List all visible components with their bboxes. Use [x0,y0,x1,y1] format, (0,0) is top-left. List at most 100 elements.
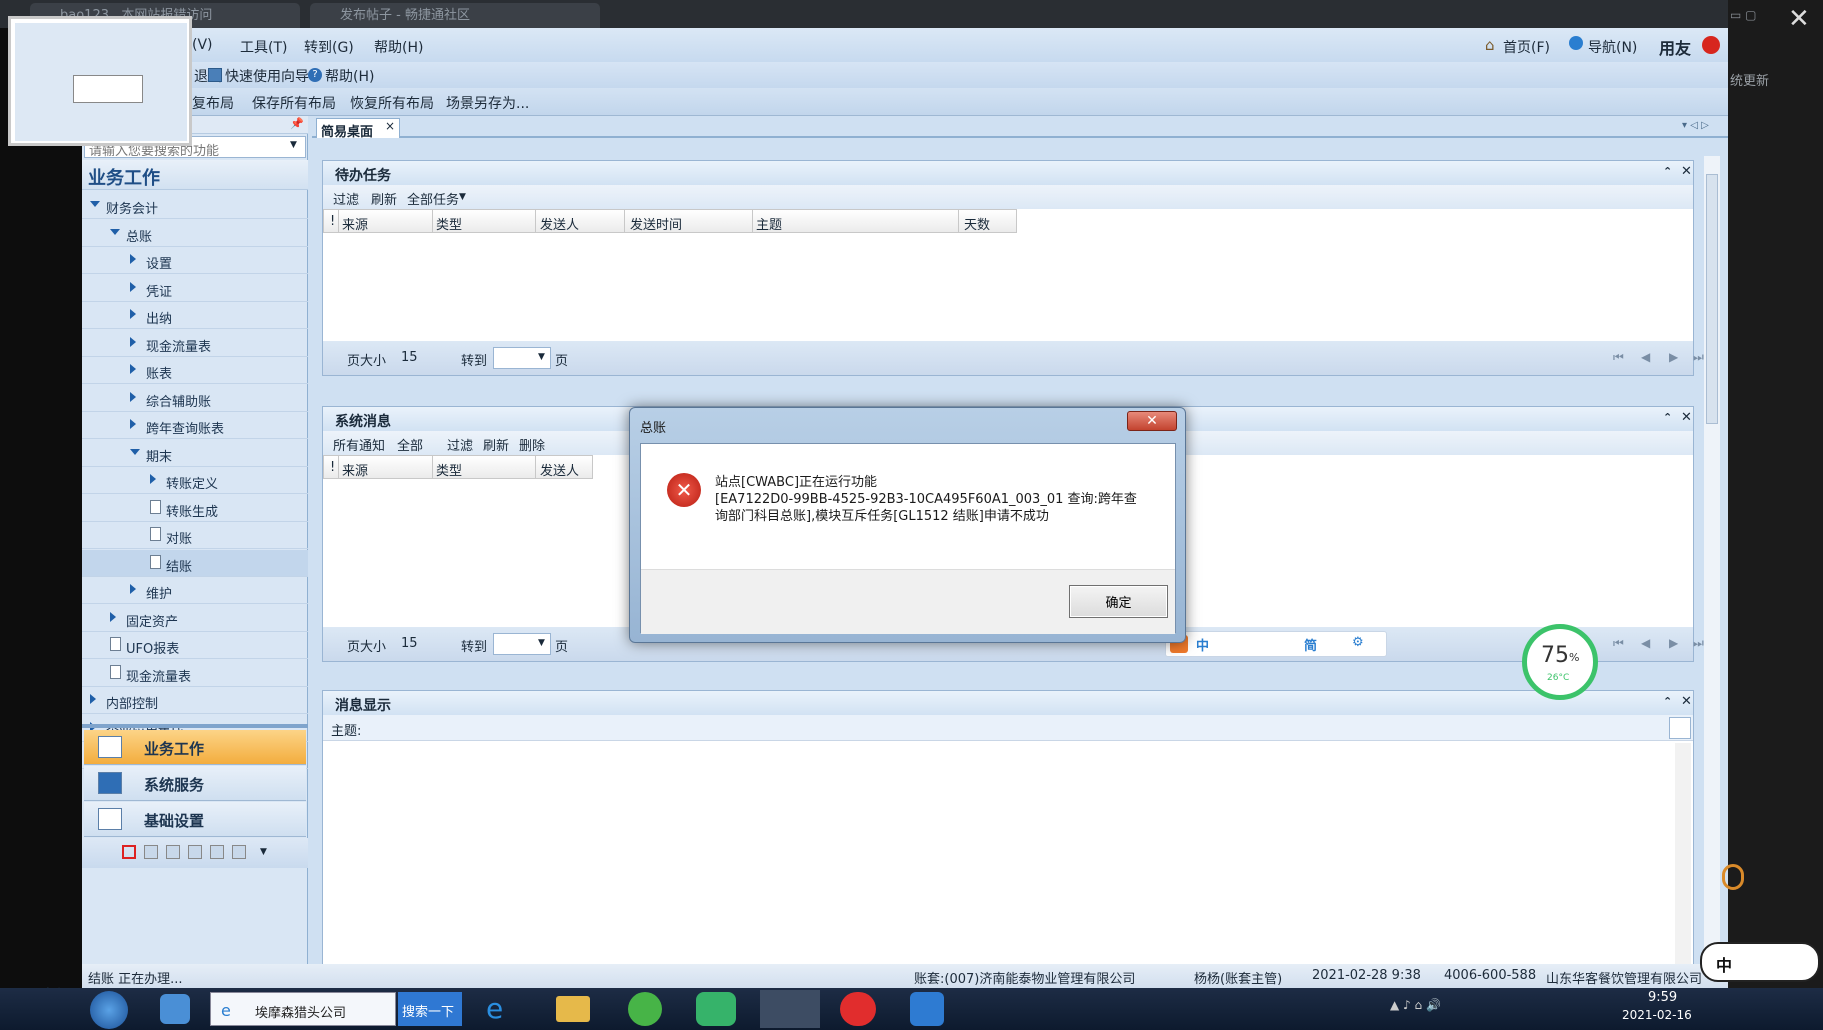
screen: ▭ ▢ ✕ 统更新 bao123...本网站报错访问 发布帖子 - 畅捷通社区 … [0,0,1823,1030]
business-work-button[interactable]: 业务工作 [84,730,306,765]
ok-button[interactable]: 确定 [1069,585,1168,618]
col-send-time[interactable]: 发送时间 [630,214,682,233]
nav-item[interactable]: 对账 [82,522,308,549]
u8-icon[interactable] [760,990,820,1028]
sysmsg-delete-button[interactable]: 删除 [519,435,545,454]
nav-item[interactable]: 跨年查询账表 [82,412,308,439]
scrollbar[interactable] [1675,743,1691,975]
folder-icon[interactable] [556,996,590,1022]
page-size-value[interactable]: 15 [401,350,418,365]
close-icon[interactable]: ✕ [1681,164,1692,179]
quick-guide-button[interactable]: 快速使用向导 [225,66,309,86]
goto-page-combo[interactable]: ▼ [493,633,551,655]
system-service-button[interactable]: 系统服务 [84,766,306,801]
all-notices-dropdown[interactable]: 所有通知 [333,435,385,454]
nav-item[interactable]: 凭证 [82,275,308,302]
nav-item[interactable]: 内部控制 [82,687,308,714]
tab-close-icon[interactable]: × [385,119,395,133]
col-source[interactable]: 来源 [342,214,368,233]
green-app-icon[interactable] [628,992,662,1026]
dialog-close-button[interactable]: ✕ [1127,411,1177,431]
nav-item[interactable]: 出纳 [82,302,308,329]
collapse-icon[interactable]: ⌃ [1663,165,1672,178]
goto-page-combo[interactable]: ▼ [493,347,551,369]
chevron-down-icon[interactable]: ▼ [260,847,267,857]
browser-tab[interactable]: 发布帖子 - 畅捷通社区 [310,3,600,28]
nav-item[interactable]: 总账 [82,220,308,247]
nav-item[interactable]: UFO报表 [82,632,308,659]
stop-icon[interactable] [122,845,136,859]
error-icon: ✕ [667,473,701,507]
todo-refresh-button[interactable]: 刷新 [371,189,397,208]
col-sender[interactable]: 发送人 [540,214,579,233]
ie-icon[interactable]: e [486,994,520,1024]
ime-toolbar[interactable]: 中 简 ⚙ [1165,631,1387,657]
col-days[interactable]: 天数 [964,214,990,233]
restore-all-layout-button[interactable]: 恢复所有布局 [350,93,434,113]
taskbar-search-box[interactable]: e 埃摩森猎头公司 [210,992,396,1026]
nav-item[interactable]: 现金流量表 [82,330,308,357]
menu-help[interactable]: 帮助(H) [374,37,423,57]
nav-item[interactable]: 转账定义 [82,467,308,494]
nav-item[interactable]: 账表 [82,357,308,384]
expand-icon[interactable] [1669,717,1691,739]
copy-icon[interactable] [232,845,246,859]
performance-gauge[interactable]: 75 % 26°C [1522,624,1598,700]
todo-filter-button[interactable]: 过滤 [333,189,359,208]
clock-time[interactable]: 9:59 [1648,990,1677,1005]
nav-item[interactable]: 综合辅助账 [82,385,308,412]
tool-icon[interactable] [144,845,158,859]
nav-link[interactable]: 导航(N) [1588,37,1637,57]
all-dropdown[interactable]: 全部 [397,435,423,454]
save-all-layout-button[interactable]: 保存所有布局 [252,93,336,113]
close-icon[interactable]: ✕ [1681,694,1692,709]
todo-all-tasks-dropdown[interactable]: 全部任务 [407,189,459,208]
floating-icon [1722,864,1744,890]
menu-tools[interactable]: 工具(T) [240,37,287,57]
nav-item[interactable]: 期末 [82,440,308,467]
nav-item[interactable]: 财务会计 [82,192,308,219]
nav-item[interactable]: 转账生成 [82,495,308,522]
menu-goto[interactable]: 转到(G) [304,37,354,57]
collapse-icon[interactable]: ⌃ [1663,411,1672,424]
netease-icon[interactable] [840,992,876,1026]
close-icon[interactable]: ✕ [1788,4,1810,34]
system-tray[interactable]: ▲ ♪ ⌂ 🔊 [1390,998,1610,1020]
nav-item-label: 总账 [126,229,153,245]
col-subject[interactable]: 主题 [756,214,782,233]
sysmsg-filter-button[interactable]: 过滤 [447,435,473,454]
start-button[interactable] [90,991,128,1029]
tab-scroll-icons[interactable]: ▾ ◁ ▷ [1682,120,1709,131]
nav-item[interactable]: 设置 [82,247,308,274]
menu-view[interactable]: (V) [192,37,213,53]
nav-item[interactable]: 现金流量表 [82,660,308,687]
col-type[interactable]: 类型 [436,214,462,233]
table-icon[interactable] [166,845,180,859]
nav-item[interactable]: 结账 [82,549,308,577]
help-button[interactable]: 帮助(H) [325,66,374,86]
window-thumbnail[interactable] [8,16,192,146]
content-scrollbar[interactable] [1704,156,1720,976]
tree-icon[interactable] [188,845,202,859]
collapse-icon[interactable]: ⌃ [1663,695,1672,708]
pin-icon[interactable]: 📌 [290,117,304,130]
chevron-down-icon: ▼ [459,192,466,202]
app-icon[interactable] [910,992,944,1026]
ime-floating-widget[interactable]: 中 [1700,942,1820,982]
app-icon[interactable] [160,994,190,1024]
clock-date[interactable]: 2021-02-16 [1622,1008,1692,1022]
nav-item[interactable]: 维护 [82,577,308,604]
basic-settings-button[interactable]: 基础设置 [84,802,306,837]
sysmsg-refresh-button[interactable]: 刷新 [483,435,509,454]
collapsed-arrow-icon [130,281,136,292]
search-button[interactable]: 搜索一下 [398,992,462,1026]
close-icon[interactable]: ✕ [1681,410,1692,425]
wechat-icon[interactable] [696,992,736,1026]
nav-item[interactable]: 固定资产 [82,605,308,632]
save-scene-button[interactable]: 场景另存为... [446,93,529,113]
window-icon[interactable] [210,845,224,859]
brand-icon [1702,36,1720,54]
restore-layout-button[interactable]: 复布局 [192,93,234,113]
home-link[interactable]: 首页(F) [1503,37,1550,57]
tab-simple-desktop[interactable]: 简易桌面 [321,121,373,140]
